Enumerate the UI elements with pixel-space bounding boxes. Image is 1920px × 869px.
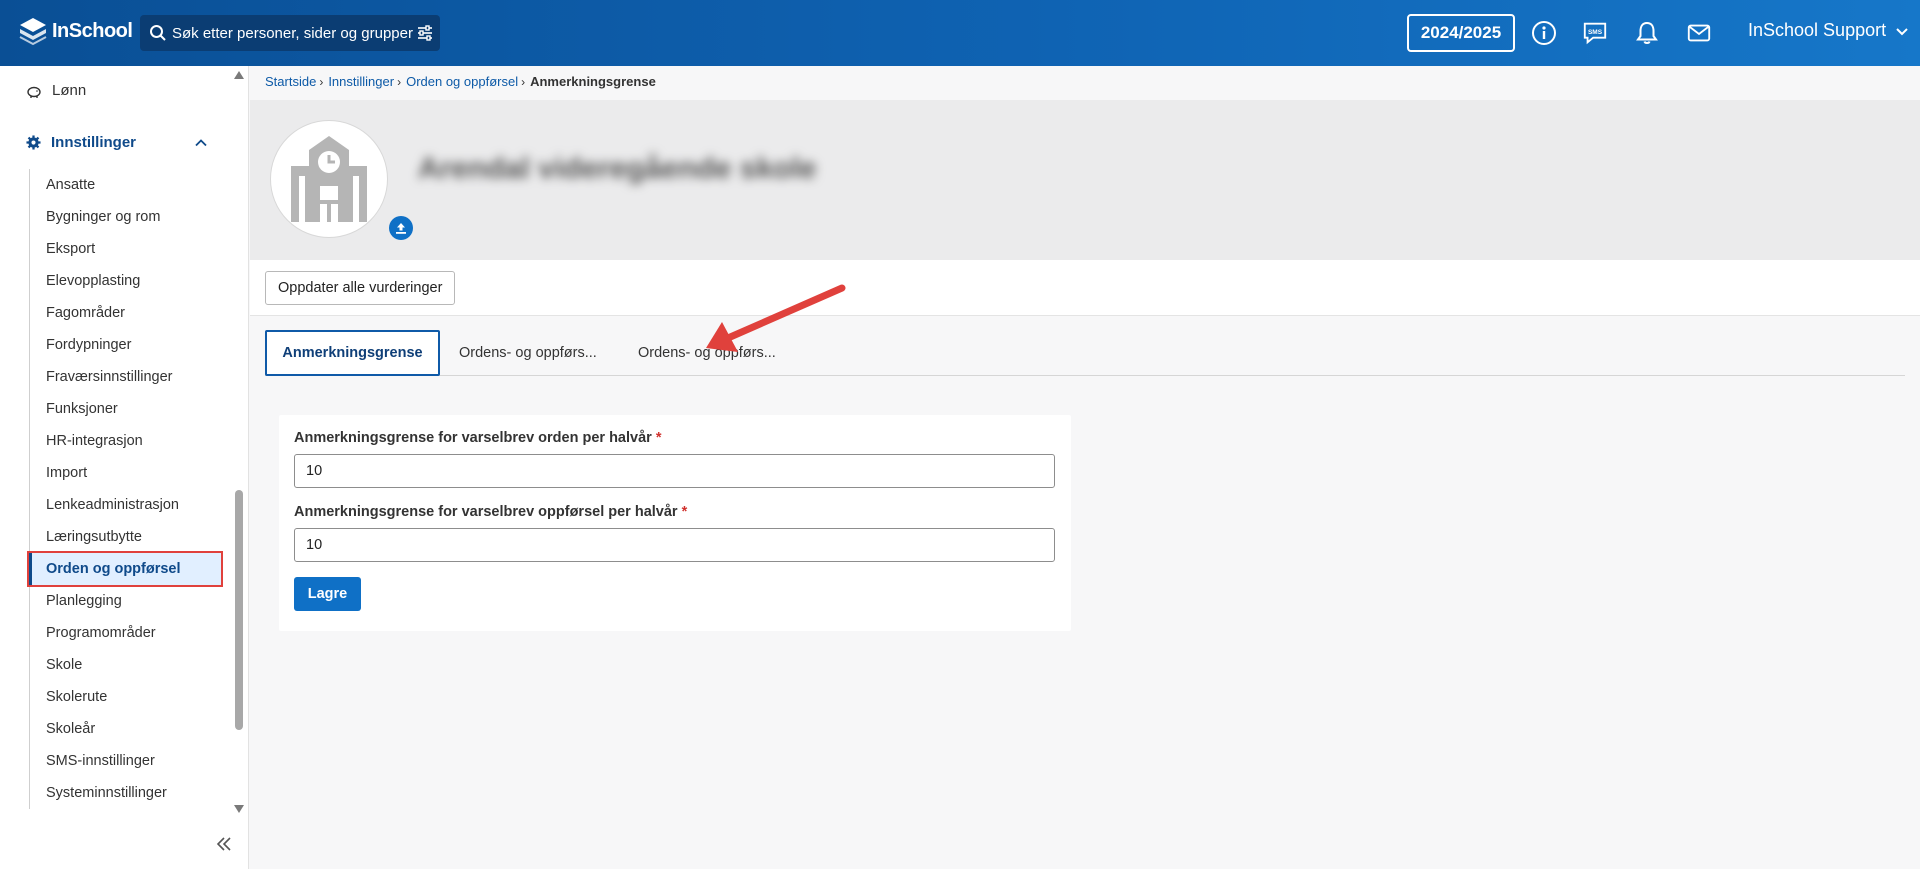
action-bar: Oppdater alle vurderinger [250, 260, 1920, 316]
orden-threshold-input[interactable] [294, 454, 1055, 488]
double-chevron-left-icon[interactable] [214, 834, 234, 854]
sidebar-item-skole[interactable]: Skole [30, 649, 221, 681]
sidebar-item-sms-innstillinger[interactable]: SMS-innstillinger [30, 745, 221, 777]
field-label-orden: Anmerkningsgrense for varselbrev orden p… [294, 430, 662, 446]
school-year-button[interactable]: 2024/2025 [1407, 14, 1515, 52]
search-input[interactable] [172, 21, 418, 45]
main-content: Startside › Innstillinger › Orden og opp… [250, 66, 1920, 869]
sidebar-item-planlegging[interactable]: Planlegging [30, 585, 221, 617]
sidebar-item-hr-integrasjon[interactable]: HR-integrasjon [30, 425, 221, 457]
sidebar-item-fravaer[interactable]: Fraværsinnstillinger [30, 361, 221, 393]
app-logo[interactable]: InSchool [18, 16, 133, 46]
threshold-form: Anmerkningsgrense for varselbrev orden p… [279, 415, 1071, 631]
sidebar-item-systeminnstillinger[interactable]: Systeminnstillinger [30, 777, 221, 809]
chevron-up-icon[interactable] [194, 136, 208, 150]
school-name: Arendal videregående skole [418, 152, 817, 185]
breadcrumb-separator-icon: › [521, 74, 526, 89]
breadcrumb-orden-og-oppforsel[interactable]: Orden og oppførsel [406, 74, 518, 89]
piggy-bank-icon [27, 86, 41, 98]
sidebar-item-lonn[interactable]: Lønn [26, 82, 86, 99]
sms-icon[interactable]: SMS [1582, 20, 1608, 46]
breadcrumb-current: Anmerkningsgrense [530, 74, 656, 89]
sidebar-item-skolerute[interactable]: Skolerute [30, 681, 221, 713]
logo-text: InSchool [52, 19, 133, 42]
required-marker: * [655, 430, 662, 446]
tab-bar: Anmerkningsgrense Ordens- og oppførs... … [265, 330, 1905, 376]
gear-icon [26, 135, 41, 150]
upload-photo-button[interactable] [389, 216, 413, 240]
sidebar-item-orden-og-oppforsel[interactable]: Orden og oppførsel [27, 551, 223, 587]
sidebar-scroll-thumb[interactable] [235, 490, 243, 730]
upload-icon [396, 223, 406, 234]
logo-icon [19, 18, 47, 46]
breadcrumb: Startside › Innstillinger › Orden og opp… [265, 74, 656, 89]
annotation-arrow [706, 284, 846, 352]
save-button[interactable]: Lagre [294, 577, 361, 611]
scroll-down-icon[interactable] [233, 804, 245, 814]
sidebar: Lønn Innstillinger Ansatte Bygninger og … [0, 66, 249, 869]
search-bar[interactable] [140, 15, 440, 51]
search-icon [150, 25, 166, 41]
update-all-assessments-button[interactable]: Oppdater alle vurderinger [265, 271, 456, 305]
sidebar-item-eksport[interactable]: Eksport [30, 233, 221, 265]
sidebar-item-programomrader[interactable]: Programområder [30, 617, 221, 649]
field-label-oppforsel: Anmerkningsgrense for varselbrev oppførs… [294, 504, 688, 520]
sidebar-item-ansatte[interactable]: Ansatte [30, 169, 221, 201]
school-profile-header: Arendal videregående skole [250, 100, 1920, 260]
breadcrumb-startside[interactable]: Startside [265, 74, 316, 89]
sidebar-scrollbar[interactable] [232, 66, 246, 816]
breadcrumb-separator-icon: › [397, 74, 402, 89]
breadcrumb-separator-icon: › [319, 74, 324, 89]
sidebar-item-laeringsutbytte[interactable]: Læringsutbytte [30, 521, 221, 553]
tab-ordens-oppforsel-1[interactable]: Ordens- og oppførs... [441, 330, 615, 376]
school-building-icon [291, 136, 367, 222]
sidebar-item-fordypninger[interactable]: Fordypninger [30, 329, 221, 361]
top-bar: InSchool 2024/2025 SMS [0, 0, 1920, 66]
sidebar-item-funksjoner[interactable]: Funksjoner [30, 393, 221, 425]
sidebar-item-elevopplasting[interactable]: Elevopplasting [30, 265, 221, 297]
filter-icon[interactable] [416, 24, 434, 42]
info-icon[interactable] [1531, 20, 1557, 46]
sidebar-item-skolear[interactable]: Skoleår [30, 713, 221, 745]
chevron-down-icon [1896, 27, 1908, 35]
user-name: InSchool Support [1748, 20, 1887, 40]
sidebar-section-label: Innstillinger [51, 134, 137, 151]
school-avatar [270, 120, 388, 238]
sidebar-item-label: Lønn [52, 82, 87, 99]
sidebar-submenu: Ansatte Bygninger og rom Eksport Elevopp… [27, 169, 223, 809]
svg-text:SMS: SMS [1588, 29, 1603, 36]
sidebar-item-fagomrader[interactable]: Fagområder [30, 297, 221, 329]
sidebar-item-lenkeadministrasjon[interactable]: Lenkeadministrasjon [30, 489, 221, 521]
bell-icon[interactable] [1634, 20, 1660, 46]
tab-anmerkningsgrense[interactable]: Anmerkningsgrense [265, 330, 440, 376]
user-menu[interactable]: InSchool Support [1748, 20, 1910, 41]
oppforsel-threshold-input[interactable] [294, 528, 1055, 562]
breadcrumb-innstillinger[interactable]: Innstillinger [328, 74, 394, 89]
sidebar-section-innstillinger[interactable]: Innstillinger [26, 134, 208, 151]
required-marker: * [681, 504, 688, 520]
sidebar-item-import[interactable]: Import [30, 457, 221, 489]
scroll-up-icon[interactable] [233, 70, 245, 80]
mail-icon[interactable] [1686, 20, 1712, 46]
sidebar-item-bygninger[interactable]: Bygninger og rom [30, 201, 221, 233]
